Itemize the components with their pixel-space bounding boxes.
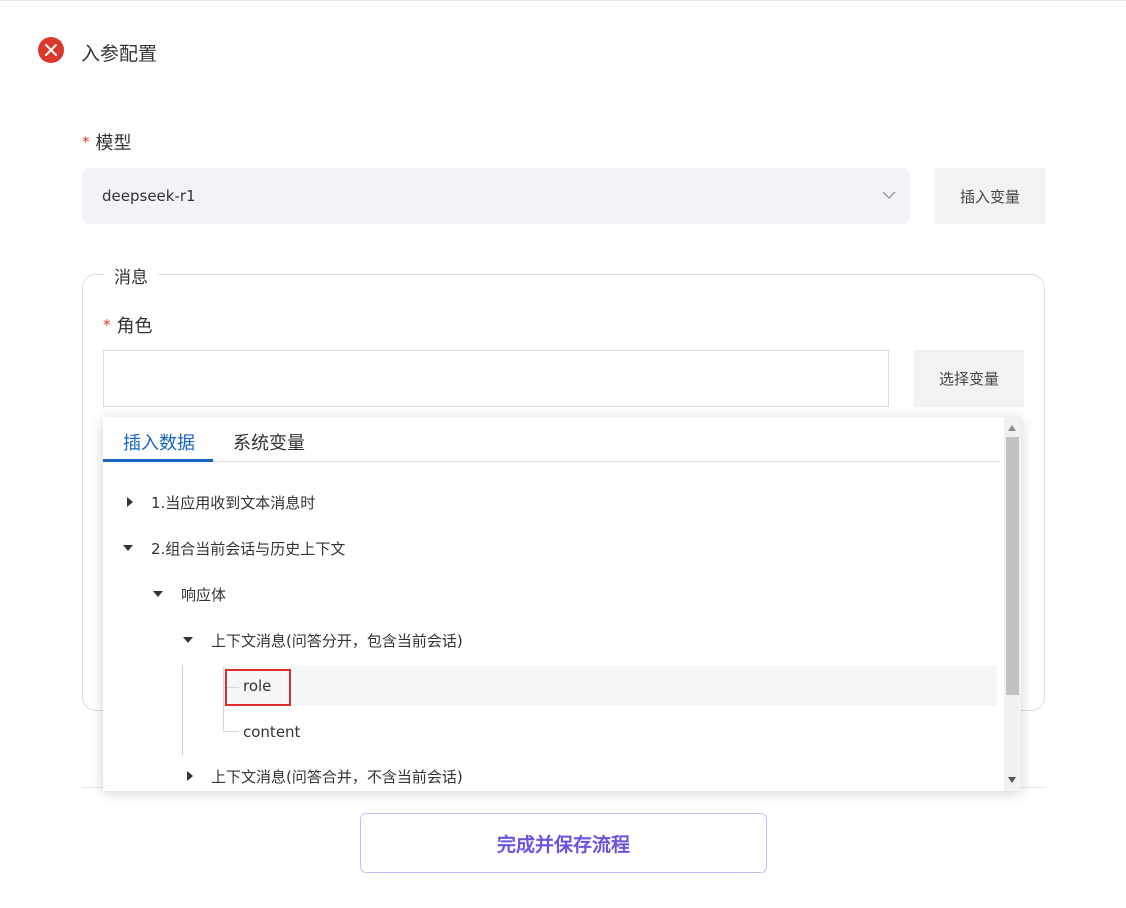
tree-item-label: 上下文消息(问答分开，包含当前会话) (211, 631, 463, 650)
tree-item-label: content (243, 723, 301, 741)
model-label: * 模型 (82, 129, 132, 155)
model-label-text: 模型 (95, 133, 132, 154)
tree-guide-line (223, 667, 224, 731)
variable-popover: 插入数据 系统变量 1.当应用收到文本消息时 2.组合当前会话与历史上下文 响应… (103, 417, 1021, 791)
role-label-text: 角色 (116, 316, 153, 337)
model-select-value: deepseek-r1 (102, 187, 196, 205)
insert-variable-button[interactable]: 插入变量 (935, 168, 1045, 224)
model-select[interactable]: deepseek-r1 (82, 168, 910, 224)
chevron-down-icon (882, 187, 896, 207)
select-variable-button[interactable]: 选择变量 (914, 350, 1024, 407)
caret-down-icon[interactable] (153, 589, 163, 599)
popover-scrollbar[interactable] (1004, 417, 1021, 791)
tree-item-content[interactable]: content (243, 712, 300, 752)
required-mark: * (82, 133, 90, 151)
scroll-up-icon[interactable] (1008, 425, 1016, 431)
scroll-down-icon[interactable] (1008, 777, 1016, 783)
tree-branch-line (223, 731, 239, 732)
page-title: 入参配置 (81, 43, 158, 65)
popover-tabs: 插入数据 系统变量 (103, 417, 1001, 462)
tree-guide-line (182, 665, 183, 755)
tree-item-label: 响应体 (181, 585, 227, 604)
scroll-thumb[interactable] (1006, 437, 1019, 695)
tree-item[interactable]: 2.组合当前会话与历史上下文 (123, 528, 345, 568)
config-page: 入参配置 * 模型 deepseek-r1 插入变量 消息 * 角色 选择变量 … (0, 0, 1126, 908)
caret-right-icon[interactable] (185, 771, 195, 781)
tree-item-label: 1.当应用收到文本消息时 (151, 493, 316, 512)
active-tab-indicator (103, 459, 213, 462)
tree-item-label: 2.组合当前会话与历史上下文 (151, 539, 346, 558)
close-icon[interactable] (38, 37, 64, 63)
tab-system-variables[interactable]: 系统变量 (233, 429, 305, 455)
selected-row-highlight (223, 666, 997, 706)
caret-down-icon[interactable] (123, 543, 133, 553)
tree-item[interactable]: 上下文消息(问答合并，不含当前会话) (185, 756, 463, 791)
messages-legend: 消息 (104, 263, 158, 288)
tree-item[interactable]: 响应体 (153, 574, 226, 614)
tree-item-label: 上下文消息(问答合并，不含当前会话) (211, 767, 463, 786)
caret-down-icon[interactable] (183, 635, 193, 645)
caret-right-icon[interactable] (125, 497, 135, 507)
tree-item[interactable]: 1.当应用收到文本消息时 (125, 482, 315, 522)
tree-item[interactable]: 上下文消息(问答分开，包含当前会话) (183, 620, 463, 660)
save-flow-button[interactable]: 完成并保存流程 (360, 813, 767, 873)
tab-insert-data[interactable]: 插入数据 (123, 429, 195, 455)
required-mark: * (103, 316, 111, 334)
role-input[interactable] (103, 350, 889, 407)
role-label: * 角色 (103, 312, 153, 338)
selection-outline (225, 669, 291, 706)
